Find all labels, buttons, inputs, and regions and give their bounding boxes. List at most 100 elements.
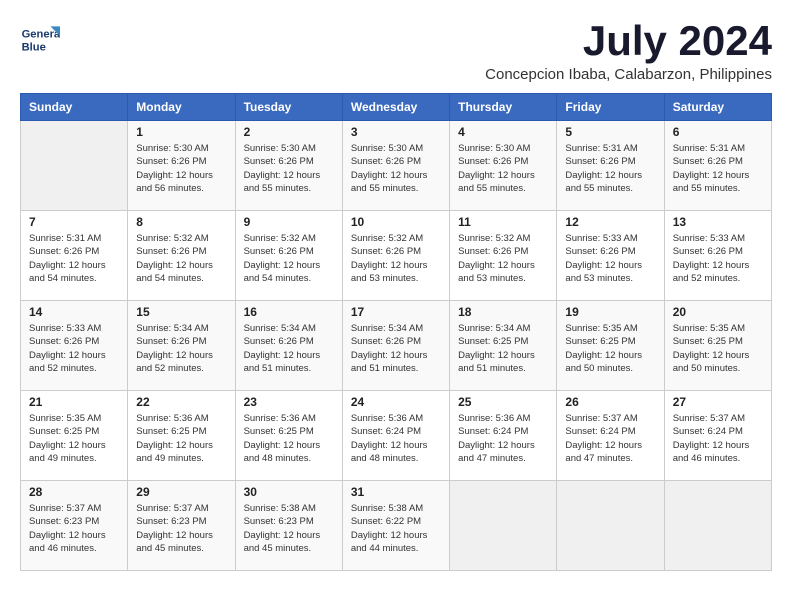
calendar-cell: 19 Sunrise: 5:35 AMSunset: 6:25 PMDayligh… xyxy=(557,301,664,391)
calendar-cell: 24 Sunrise: 5:36 AMSunset: 6:24 PMDayligh… xyxy=(342,391,449,481)
day-number: 13 xyxy=(673,215,763,229)
day-info: Sunrise: 5:37 AMSunset: 6:24 PMDaylight:… xyxy=(673,412,763,465)
calendar-cell: 12 Sunrise: 5:33 AMSunset: 6:26 PMDayligh… xyxy=(557,211,664,301)
day-info: Sunrise: 5:38 AMSunset: 6:22 PMDaylight:… xyxy=(351,502,441,555)
calendar-week-3: 14Sunrise: 5:33 AMSunset: 6:26 PMDayligh… xyxy=(21,301,772,391)
day-info: Sunrise: 5:36 AMSunset: 6:24 PMDaylight:… xyxy=(351,412,441,465)
day-number: 18 xyxy=(458,305,548,319)
day-number: 30 xyxy=(244,485,334,499)
calendar-cell: 6Sunrise: 5:31 AMSunset: 6:26 PMDaylight… xyxy=(664,121,771,211)
calendar-cell: 5 Sunrise: 5:31 AMSunset: 6:26 PMDaylight… xyxy=(557,121,664,211)
day-number: 5 xyxy=(565,125,655,139)
logo: General Blue General Blue xyxy=(20,20,60,60)
day-info: Sunrise: 5:31 AMSunset: 6:26 PMDaylight:… xyxy=(565,142,655,195)
day-number: 19 xyxy=(565,305,655,319)
calendar-cell: 8 Sunrise: 5:32 AMSunset: 6:26 PMDaylight… xyxy=(128,211,235,301)
day-info: Sunrise: 5:32 AMSunset: 6:26 PMDaylight:… xyxy=(136,232,226,285)
calendar-cell: 10Sunrise: 5:32 AMSunset: 6:26 PMDayligh… xyxy=(342,211,449,301)
calendar-cell: 13 Sunrise: 5:33 AMSunset: 6:26 PMDayligh… xyxy=(664,211,771,301)
day-info: Sunrise: 5:36 AMSunset: 6:25 PMDaylight:… xyxy=(136,412,226,465)
title-block: July 2024 Concepcion Ibaba, Calabarzon, … xyxy=(485,20,772,83)
day-info: Sunrise: 5:33 AMSunset: 6:26 PMDaylight:… xyxy=(673,232,763,285)
day-info: Sunrise: 5:37 AMSunset: 6:24 PMDaylight:… xyxy=(565,412,655,465)
day-info: Sunrise: 5:36 AMSunset: 6:24 PMDaylight:… xyxy=(458,412,548,465)
day-info: Sunrise: 5:34 AMSunset: 6:25 PMDaylight:… xyxy=(458,322,548,375)
calendar-table: Sunday Monday Tuesday Wednesday Thursday… xyxy=(20,93,772,571)
page-header: General Blue General Blue July 2024 Conc… xyxy=(20,20,772,83)
calendar-cell: 28 Sunrise: 5:37 AMSunset: 6:23 PMDayligh… xyxy=(21,481,128,571)
day-info: Sunrise: 5:31 AMSunset: 6:26 PMDaylight:… xyxy=(29,232,119,285)
calendar-cell: 11 Sunrise: 5:32 AMSunset: 6:26 PMDayligh… xyxy=(450,211,557,301)
calendar-cell: 20 Sunrise: 5:35 AMSunset: 6:25 PMDayligh… xyxy=(664,301,771,391)
calendar-cell: 4Sunrise: 5:30 AMSunset: 6:26 PMDaylight… xyxy=(450,121,557,211)
calendar-cell: 26 Sunrise: 5:37 AMSunset: 6:24 PMDayligh… xyxy=(557,391,664,481)
header-friday: Friday xyxy=(557,94,664,121)
calendar-cell: 22 Sunrise: 5:36 AMSunset: 6:25 PMDayligh… xyxy=(128,391,235,481)
calendar-cell: 27 Sunrise: 5:37 AMSunset: 6:24 PMDayligh… xyxy=(664,391,771,481)
day-number: 7 xyxy=(29,215,119,229)
day-number: 11 xyxy=(458,215,548,229)
day-number: 2 xyxy=(244,125,334,139)
location-title: Concepcion Ibaba, Calabarzon, Philippine… xyxy=(485,66,772,83)
calendar-cell: 29 Sunrise: 5:37 AMSunset: 6:23 PMDayligh… xyxy=(128,481,235,571)
day-number: 27 xyxy=(673,395,763,409)
calendar-cell: 3Sunrise: 5:30 AMSunset: 6:26 PMDaylight… xyxy=(342,121,449,211)
calendar-cell: 18 Sunrise: 5:34 AMSunset: 6:25 PMDayligh… xyxy=(450,301,557,391)
calendar-cell xyxy=(557,481,664,571)
day-number: 20 xyxy=(673,305,763,319)
day-number: 28 xyxy=(29,485,119,499)
calendar-week-2: 7 Sunrise: 5:31 AMSunset: 6:26 PMDaylight… xyxy=(21,211,772,301)
day-info: Sunrise: 5:37 AMSunset: 6:23 PMDaylight:… xyxy=(29,502,119,555)
header-wednesday: Wednesday xyxy=(342,94,449,121)
calendar-cell: 15 Sunrise: 5:34 AMSunset: 6:26 PMDayligh… xyxy=(128,301,235,391)
calendar-cell: 25 Sunrise: 5:36 AMSunset: 6:24 PMDayligh… xyxy=(450,391,557,481)
header-sunday: Sunday xyxy=(21,94,128,121)
day-info: Sunrise: 5:37 AMSunset: 6:23 PMDaylight:… xyxy=(136,502,226,555)
day-number: 10 xyxy=(351,215,441,229)
calendar-cell: 16 Sunrise: 5:34 AMSunset: 6:26 PMDayligh… xyxy=(235,301,342,391)
day-number: 16 xyxy=(244,305,334,319)
day-number: 24 xyxy=(351,395,441,409)
day-number: 25 xyxy=(458,395,548,409)
day-info: Sunrise: 5:36 AMSunset: 6:25 PMDaylight:… xyxy=(244,412,334,465)
header-saturday: Saturday xyxy=(664,94,771,121)
day-number: 17 xyxy=(351,305,441,319)
calendar-cell xyxy=(664,481,771,571)
day-number: 15 xyxy=(136,305,226,319)
day-number: 9 xyxy=(244,215,334,229)
calendar-header-row: Sunday Monday Tuesday Wednesday Thursday… xyxy=(21,94,772,121)
day-number: 21 xyxy=(29,395,119,409)
day-number: 6 xyxy=(673,125,763,139)
day-info: Sunrise: 5:32 AMSunset: 6:26 PMDaylight:… xyxy=(458,232,548,285)
day-number: 26 xyxy=(565,395,655,409)
day-info: Sunrise: 5:30 AMSunset: 6:26 PMDaylight:… xyxy=(458,142,548,195)
day-info: Sunrise: 5:30 AMSunset: 6:26 PMDaylight:… xyxy=(244,142,334,195)
calendar-week-5: 28 Sunrise: 5:37 AMSunset: 6:23 PMDayligh… xyxy=(21,481,772,571)
month-title: July 2024 xyxy=(485,20,772,62)
day-number: 12 xyxy=(565,215,655,229)
calendar-cell: 14Sunrise: 5:33 AMSunset: 6:26 PMDayligh… xyxy=(21,301,128,391)
calendar-cell xyxy=(21,121,128,211)
day-number: 1 xyxy=(136,125,226,139)
day-info: Sunrise: 5:33 AMSunset: 6:26 PMDaylight:… xyxy=(565,232,655,285)
day-number: 8 xyxy=(136,215,226,229)
logo-icon: General Blue xyxy=(20,20,60,60)
day-info: Sunrise: 5:35 AMSunset: 6:25 PMDaylight:… xyxy=(565,322,655,375)
day-info: Sunrise: 5:33 AMSunset: 6:26 PMDaylight:… xyxy=(29,322,119,375)
header-monday: Monday xyxy=(128,94,235,121)
day-info: Sunrise: 5:35 AMSunset: 6:25 PMDaylight:… xyxy=(673,322,763,375)
day-info: Sunrise: 5:34 AMSunset: 6:26 PMDaylight:… xyxy=(136,322,226,375)
day-number: 31 xyxy=(351,485,441,499)
calendar-cell xyxy=(450,481,557,571)
day-number: 29 xyxy=(136,485,226,499)
calendar-week-1: 1 Sunrise: 5:30 AMSunset: 6:26 PMDaylight… xyxy=(21,121,772,211)
day-info: Sunrise: 5:34 AMSunset: 6:26 PMDaylight:… xyxy=(244,322,334,375)
calendar-cell: 9Sunrise: 5:32 AMSunset: 6:26 PMDaylight… xyxy=(235,211,342,301)
calendar-cell: 2 Sunrise: 5:30 AMSunset: 6:26 PMDaylight… xyxy=(235,121,342,211)
calendar-cell: 17 Sunrise: 5:34 AMSunset: 6:26 PMDayligh… xyxy=(342,301,449,391)
calendar-week-4: 21Sunrise: 5:35 AMSunset: 6:25 PMDayligh… xyxy=(21,391,772,481)
calendar-cell: 7 Sunrise: 5:31 AMSunset: 6:26 PMDaylight… xyxy=(21,211,128,301)
day-number: 22 xyxy=(136,395,226,409)
day-number: 23 xyxy=(244,395,334,409)
day-info: Sunrise: 5:34 AMSunset: 6:26 PMDaylight:… xyxy=(351,322,441,375)
